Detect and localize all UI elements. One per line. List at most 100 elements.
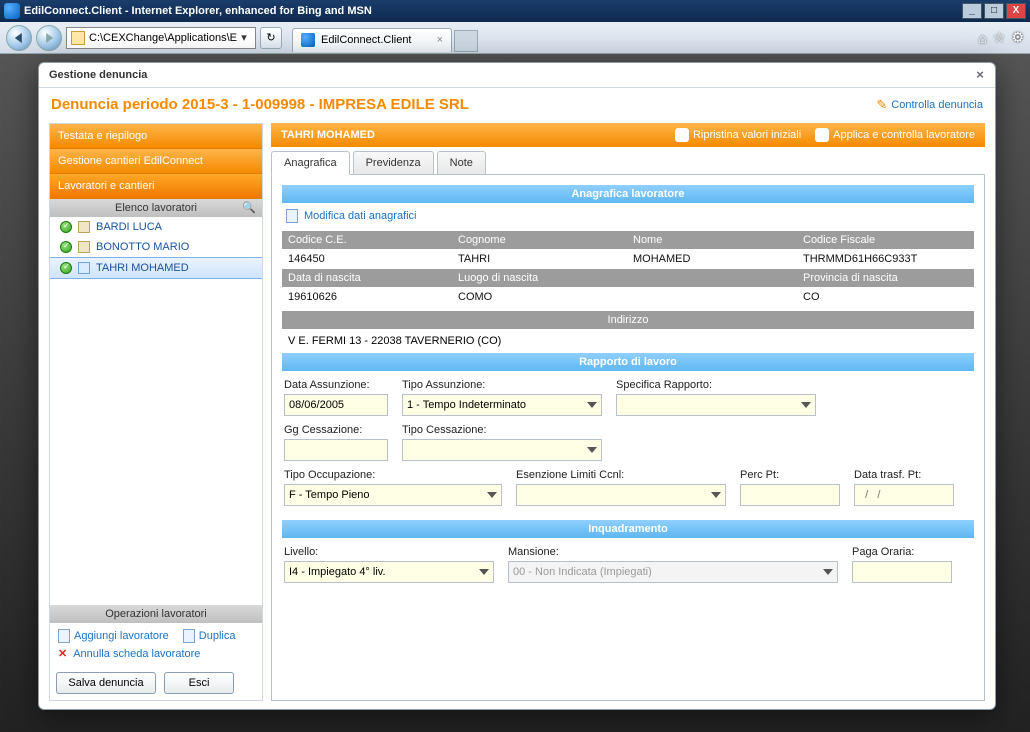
col-cognome: Cognome: [452, 231, 627, 249]
sidebar: Testata e riepilogo Gestione cantieri Ed…: [49, 123, 263, 701]
col-codice-ce: Codice C.E.: [282, 231, 452, 249]
section-inquadramento: Inquadramento: [282, 520, 974, 538]
status-ok-icon: [60, 262, 72, 274]
worker-name: BONOTTO MARIO: [96, 241, 189, 253]
label-livello: Livello:: [284, 546, 494, 558]
section-rapporto-lavoro: Rapporto di lavoro: [282, 353, 974, 371]
label-perc-pt: Perc Pt:: [740, 469, 840, 481]
label-esenzione-ccnl: Esenzione Limiti Ccnl:: [516, 469, 726, 481]
copy-icon: [183, 629, 195, 643]
col-nome: Nome: [627, 231, 797, 249]
dialog-title: Gestione denuncia: [49, 69, 147, 81]
section-anagrafica-lavoratore: Anagrafica lavoratore: [282, 185, 974, 203]
worker-type-icon: [78, 221, 90, 233]
address-dropdown-icon[interactable]: ▾: [237, 31, 251, 44]
label-data-trasf-pt: Data trasf. Pt:: [854, 469, 954, 481]
nav-back-button[interactable]: [6, 25, 32, 51]
select-livello[interactable]: I4 - Impiegato 4° liv.: [284, 561, 494, 583]
label-tipo-cessazione: Tipo Cessazione:: [402, 424, 602, 436]
tab-close-icon[interactable]: ×: [429, 34, 443, 46]
refresh-icon: ↻: [266, 31, 275, 44]
worker-row[interactable]: BONOTTO MARIO: [50, 237, 262, 257]
salva-denuncia-button[interactable]: Salva denuncia: [56, 672, 156, 694]
tab-panel-anagrafica: Anagrafica lavoratore Modifica dati anag…: [271, 174, 985, 701]
val-luogo-nascita: COMO: [452, 287, 627, 307]
workers-list: BARDI LUCA BONOTTO MARIO TAHRI MOHAMED: [50, 217, 262, 605]
sidebar-item-cantieri[interactable]: Gestione cantieri EdilConnect: [50, 149, 262, 174]
col-luogo-nascita: Luogo di nascita: [452, 269, 627, 287]
val-cf: THRMMD61H66C933T: [797, 249, 974, 269]
search-icon[interactable]: 🔍: [242, 201, 256, 214]
undo-icon: [675, 128, 689, 142]
label-paga-oraria: Paga Oraria:: [852, 546, 952, 558]
col-cf: Codice Fiscale: [797, 231, 974, 249]
aggiungi-lavoratore-link[interactable]: Aggiungi lavoratore: [58, 629, 169, 643]
status-ok-icon: [60, 241, 72, 253]
worker-row[interactable]: BARDI LUCA: [50, 217, 262, 237]
tab-anagrafica[interactable]: Anagrafica: [271, 151, 350, 175]
document-icon: [58, 629, 70, 643]
tab-favicon-icon: [301, 33, 315, 47]
modifica-dati-link[interactable]: Modifica dati anagrafici: [286, 209, 974, 223]
select-esenzione-ccnl[interactable]: [516, 484, 726, 506]
sidebar-item-lavoratori[interactable]: Lavoratori e cantieri: [50, 174, 262, 199]
workers-list-header: Elenco lavoratori 🔍: [50, 199, 262, 217]
label-data-assunzione: Data Assunzione:: [284, 379, 388, 391]
worker-type-icon: [78, 241, 90, 253]
tab-strip: Anagrafica Previdenza Note: [271, 151, 985, 175]
select-tipo-cessazione[interactable]: [402, 439, 602, 461]
label-tipo-assunzione: Tipo Assunzione:: [402, 379, 602, 391]
refresh-button[interactable]: ↻: [260, 27, 282, 49]
worker-header-bar: TAHRI MOHAMED Ripristina valori iniziali…: [271, 123, 985, 147]
home-icon[interactable]: ⌂: [978, 30, 986, 46]
val-cognome: TAHRI: [452, 249, 627, 269]
select-specifica-rapporto[interactable]: [616, 394, 816, 416]
esci-button[interactable]: Esci: [164, 672, 234, 694]
edit-document-icon: [286, 209, 298, 223]
val-data-nascita: 19610626: [282, 287, 452, 307]
browser-tab[interactable]: EdilConnect.Client ×: [292, 28, 452, 52]
save-icon: [815, 128, 829, 142]
label-tipo-occupazione: Tipo Occupazione:: [284, 469, 502, 481]
status-ok-icon: [60, 221, 72, 233]
tab-note[interactable]: Note: [437, 151, 486, 175]
input-gg-cessazione[interactable]: [284, 439, 388, 461]
annulla-scheda-link[interactable]: ✕ Annulla scheda lavoratore: [58, 647, 200, 660]
window-close-button[interactable]: X: [1006, 3, 1026, 19]
worker-name: BARDI LUCA: [96, 221, 162, 233]
tools-icon[interactable]: ⚙: [1011, 29, 1024, 46]
address-bar[interactable]: ▾: [66, 27, 256, 49]
col-empty: [627, 269, 797, 287]
worker-name: TAHRI MOHAMED: [96, 262, 189, 274]
window-maximize-button[interactable]: □: [984, 3, 1004, 19]
ie-logo-icon: [4, 3, 20, 19]
select-tipo-occupazione[interactable]: F - Tempo Pieno: [284, 484, 502, 506]
sidebar-item-testata[interactable]: Testata e riepilogo: [50, 124, 262, 149]
label-specifica-rapporto: Specifica Rapporto:: [616, 379, 816, 391]
controlla-denuncia-link[interactable]: ✎ Controlla denuncia: [876, 97, 983, 113]
ops-header: Operazioni lavoratori: [50, 605, 262, 623]
indirizzo-value: V E. FERMI 13 - 22038 TAVERNERIO (CO): [282, 329, 974, 353]
input-paga-oraria[interactable]: [852, 561, 952, 583]
applica-controlla-link[interactable]: Applica e controlla lavoratore: [815, 128, 975, 142]
favorites-icon[interactable]: ☆: [993, 29, 1006, 46]
dialog-titlebar: Gestione denuncia ×: [39, 63, 995, 88]
nav-forward-button[interactable]: [36, 25, 62, 51]
input-perc-pt[interactable]: [740, 484, 840, 506]
val-prov-nascita: CO: [797, 287, 974, 307]
select-mansione[interactable]: 00 - Non Indicata (Impiegati): [508, 561, 838, 583]
input-data-trasf-pt[interactable]: [854, 484, 954, 506]
tab-previdenza[interactable]: Previdenza: [353, 151, 434, 175]
col-prov-nascita: Provincia di nascita: [797, 269, 974, 287]
input-data-assunzione[interactable]: [284, 394, 388, 416]
dialog-close-button[interactable]: ×: [971, 67, 989, 85]
worker-row-selected[interactable]: TAHRI MOHAMED: [50, 257, 262, 279]
duplica-link[interactable]: Duplica: [183, 629, 236, 643]
select-tipo-assunzione[interactable]: 1 - Tempo Indeterminato: [402, 394, 602, 416]
val-nome: MOHAMED: [627, 249, 797, 269]
new-tab-button[interactable]: [454, 30, 478, 52]
ripristina-link[interactable]: Ripristina valori iniziali: [675, 128, 801, 142]
window-minimize-button[interactable]: _: [962, 3, 982, 19]
worker-header-name: TAHRI MOHAMED: [281, 129, 375, 141]
address-input[interactable]: [89, 32, 237, 44]
